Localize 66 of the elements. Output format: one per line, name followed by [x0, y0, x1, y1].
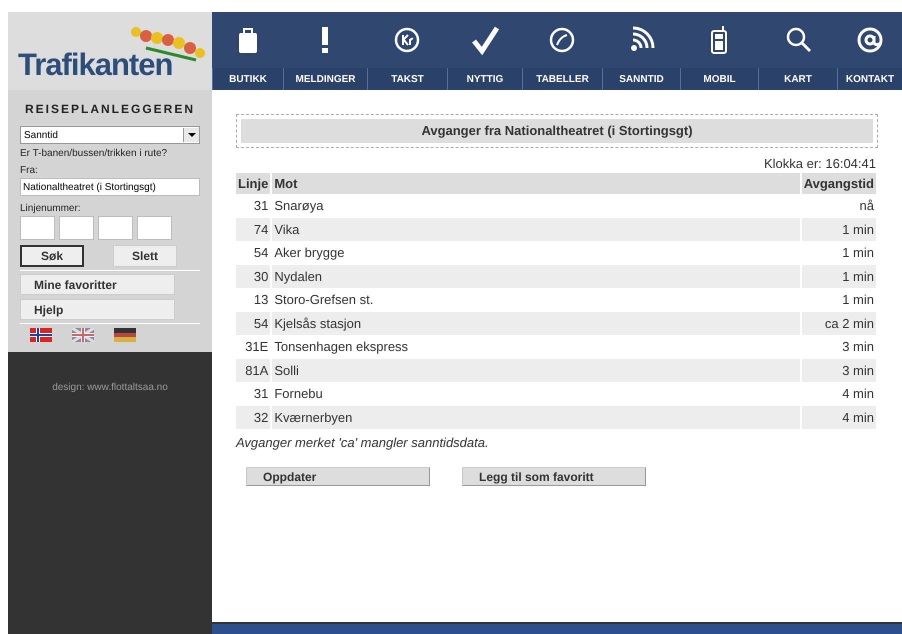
table-cell: 1 min: [802, 264, 878, 288]
table-cell: Nydalen: [272, 264, 802, 288]
departures-title: Avganger fra Nationaltheatret (i Stortingsgt): [241, 119, 873, 142]
table-cell: 54: [236, 312, 272, 335]
line-number-field[interactable]: [20, 216, 55, 240]
nav-item[interactable]: MOBIL: [680, 12, 758, 90]
table-cell: ca 2 min: [802, 312, 878, 335]
question-text: Er T-banen/bussen/trikken i rute?: [20, 148, 168, 160]
kr-coin-icon: [393, 25, 421, 55]
table-cell: Kjelsås stasjon: [272, 312, 802, 335]
designer-credit[interactable]: design: www.flottaltsaa.no: [52, 382, 168, 393]
line-number-field[interactable]: [59, 216, 94, 240]
sidebar-button[interactable]: Søk: [20, 245, 84, 267]
action-button[interactable]: Legg til som favoritt: [462, 466, 646, 486]
nav-label: BUTIKK: [212, 68, 283, 90]
from-label: Fra:: [20, 164, 39, 178]
table-cell: Kværnerbyen: [272, 406, 802, 429]
sidebar-button[interactable]: Slett: [113, 245, 177, 267]
nav-label: MELDINGER: [283, 68, 367, 90]
nav-item[interactable]: KONTAKT: [837, 12, 902, 90]
exclamation-icon: [321, 27, 329, 53]
mode-select[interactable]: Sanntid: [20, 126, 200, 144]
nav-item[interactable]: NYTTIG: [447, 12, 522, 90]
nav-label: NYTTIG: [447, 68, 522, 90]
from-field[interactable]: Nationaltheatret (i Stortingsgt): [20, 178, 200, 196]
column-header: Mot: [272, 173, 802, 194]
at-sign-icon: [856, 25, 884, 55]
dial-icon: [548, 25, 576, 55]
british-flag-icon[interactable]: [72, 328, 94, 342]
logo-text: Trafikanten: [18, 49, 172, 80]
checkmark-icon: [470, 25, 498, 55]
german-flag-icon[interactable]: [114, 328, 136, 342]
nav-label: KONTAKT: [837, 68, 902, 90]
note-text: Avganger merket 'ca' mangler sanntidsdata.: [236, 434, 490, 452]
sidebar-heading: REISEPLANLEGGEREN: [24, 101, 196, 118]
table-cell: 81A: [236, 358, 272, 382]
sidebar-link[interactable]: Mine favoritter: [20, 274, 175, 295]
nav-label: SANNTID: [602, 68, 680, 90]
nav-item[interactable]: BUTIKK: [212, 12, 283, 90]
line-number-field[interactable]: [98, 216, 133, 240]
table-cell: 74: [236, 218, 272, 241]
nav-item[interactable]: KART: [758, 12, 837, 90]
nav-item[interactable]: MELDINGER: [283, 12, 367, 90]
clock-text: Klokka er: 16:04:41: [762, 154, 877, 172]
nav-label: MOBIL: [680, 68, 758, 90]
logo[interactable]: Trafikanten: [8, 12, 212, 90]
table-cell: 3 min: [802, 358, 878, 382]
nav-item[interactable]: TABELLER: [522, 12, 602, 90]
nav-label: KART: [758, 68, 837, 90]
table-cell: Vika: [272, 218, 802, 241]
line-number-field[interactable]: [137, 216, 172, 240]
nav-label: TAKST: [367, 68, 447, 90]
table-cell: 30: [236, 264, 272, 288]
table-cell: Solli: [272, 358, 802, 382]
nav-label: TABELLER: [522, 68, 602, 90]
nav-item[interactable]: TAKST: [367, 12, 447, 90]
table-cell: 1 min: [802, 218, 878, 241]
table-cell: 32: [236, 406, 272, 429]
action-button[interactable]: Oppdater: [246, 466, 430, 486]
column-header: Linje: [236, 173, 272, 194]
sidebar-link[interactable]: Hjelp: [20, 299, 175, 320]
norwegian-flag-icon[interactable]: [30, 328, 52, 342]
line-number-label: Linjenummer:: [20, 202, 82, 216]
table-cell: 4 min: [802, 406, 878, 429]
column-header: Avgangstid: [802, 173, 878, 194]
nav-item[interactable]: SANNTID: [602, 12, 680, 90]
